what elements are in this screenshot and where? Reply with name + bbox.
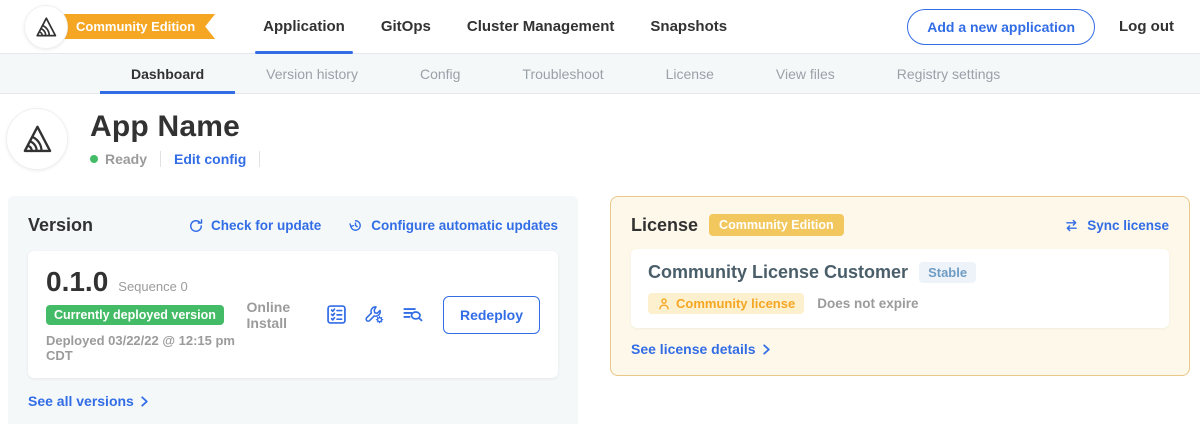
tab-version-history[interactable]: Version history (235, 54, 389, 93)
version-card: Version Check for update (8, 196, 578, 424)
channel-badge: Stable (919, 262, 976, 283)
see-license-details-label: See license details (631, 341, 756, 357)
sync-arrows-icon (1063, 217, 1080, 234)
customer-row: Community License Customer Stable (648, 262, 1152, 283)
see-license-details-link[interactable]: See license details (631, 341, 772, 357)
nav-item-snapshots[interactable]: Snapshots (632, 0, 745, 54)
version-card-header: Version Check for update (28, 215, 558, 236)
license-type-badge: Community license (648, 293, 804, 314)
version-number-row: 0.1.0 Sequence 0 (46, 266, 247, 298)
brand-logo (24, 5, 68, 49)
person-icon (657, 297, 671, 311)
sync-license-link[interactable]: Sync license (1063, 217, 1169, 234)
license-details-panel: Community License Customer Stable Commun… (631, 249, 1169, 328)
tab-config[interactable]: Config (389, 54, 491, 93)
version-actions-group: Online Install (247, 296, 540, 334)
configure-automatic-updates-label: Configure automatic updates (371, 218, 558, 233)
license-card: License Community Edition Sync license C… (610, 196, 1190, 376)
see-all-versions-link[interactable]: See all versions (28, 393, 150, 409)
app-avatar (6, 108, 68, 170)
license-card-title: License (631, 215, 698, 236)
sub-navigation: Dashboard Version history Config Trouble… (0, 54, 1200, 94)
divider (259, 151, 260, 167)
current-version-panel: 0.1.0 Sequence 0 Currently deployed vers… (28, 251, 558, 378)
redeploy-button[interactable]: Redeploy (443, 296, 540, 334)
divider (160, 151, 161, 167)
refresh-icon (188, 218, 204, 234)
status-dot-icon (90, 155, 98, 163)
tab-troubleshoot[interactable]: Troubleshoot (491, 54, 634, 93)
wrench-gear-icon[interactable] (363, 303, 386, 326)
page-title: App Name (90, 110, 273, 144)
top-navigation: Application GitOps Cluster Management Sn… (245, 0, 745, 54)
version-card-actions: Check for update Configure automatic upd… (162, 217, 558, 234)
deployed-badge: Currently deployed version (46, 305, 224, 325)
install-type-label: Online Install (247, 299, 307, 331)
chevron-right-icon (139, 396, 150, 407)
top-bar: Community Edition Application GitOps Clu… (0, 0, 1200, 54)
tab-view-files[interactable]: View files (745, 54, 866, 93)
status-label: Ready (105, 151, 147, 167)
nav-item-cluster-management[interactable]: Cluster Management (449, 0, 633, 54)
edit-config-link[interactable]: Edit config (174, 151, 246, 167)
license-card-actions: Sync license (1037, 217, 1169, 234)
nav-item-gitops[interactable]: GitOps (363, 0, 449, 54)
tab-license[interactable]: License (635, 54, 745, 93)
deployed-timestamp: Deployed 03/22/22 @ 12:15 pm CDT (46, 333, 247, 363)
chevron-right-icon (761, 344, 772, 355)
app-status-row: Ready Edit config (90, 151, 273, 167)
check-for-update-link[interactable]: Check for update (188, 218, 321, 234)
license-card-header: License Community Edition Sync license (631, 214, 1169, 236)
app-header: App Name Ready Edit config (6, 108, 1200, 170)
customer-name: Community License Customer (648, 262, 908, 283)
tab-registry-settings[interactable]: Registry settings (866, 54, 1031, 93)
dashboard-cards: Version Check for update (8, 196, 1192, 424)
sync-license-label: Sync license (1087, 218, 1169, 233)
logout-button[interactable]: Log out (1119, 18, 1174, 35)
version-card-title: Version (28, 215, 93, 236)
see-all-versions-label: See all versions (28, 393, 134, 409)
configure-automatic-updates-link[interactable]: Configure automatic updates (347, 217, 558, 234)
version-number: 0.1.0 (46, 266, 108, 298)
sequence-label: Sequence 0 (118, 279, 187, 294)
tab-dashboard[interactable]: Dashboard (100, 54, 235, 93)
checklist-icon[interactable] (325, 303, 348, 326)
clock-refresh-icon (347, 217, 364, 234)
expiration-text: Does not expire (817, 296, 918, 311)
edition-badge: Community Edition (709, 214, 844, 236)
edition-banner: Community Edition (56, 14, 215, 39)
nav-item-application[interactable]: Application (245, 0, 363, 54)
replicated-logo-icon (33, 14, 59, 40)
version-info: 0.1.0 Sequence 0 Currently deployed vers… (46, 266, 247, 363)
brand: Community Edition (24, 5, 215, 49)
top-bar-right: Add a new application Log out (907, 9, 1174, 45)
logs-search-icon[interactable] (401, 303, 424, 326)
replicated-logo-icon (19, 121, 55, 157)
add-application-button[interactable]: Add a new application (907, 9, 1095, 45)
license-type-label: Community license (676, 296, 795, 311)
license-type-row: Community license Does not expire (648, 293, 1152, 314)
app-meta: App Name Ready Edit config (90, 108, 273, 170)
check-for-update-label: Check for update (211, 218, 321, 233)
